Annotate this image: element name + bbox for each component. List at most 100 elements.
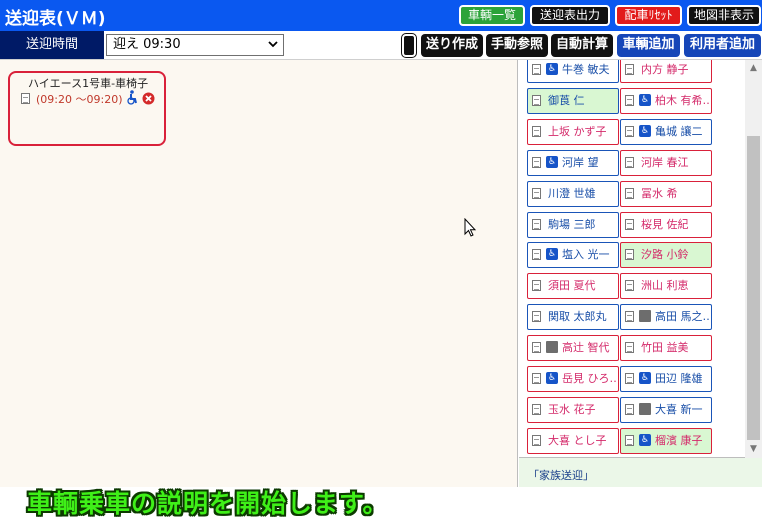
reset-dispatch-button[interactable]: 配車ﾘｾｯﾄ	[615, 5, 682, 26]
user-chip[interactable]: 内方 静子	[620, 60, 712, 83]
user-chip[interactable]: ♿ 河岸 望	[527, 150, 619, 176]
user-chip[interactable]: 駒場 三郎	[527, 212, 619, 238]
vehicle-list-button[interactable]: 車輌一覧	[459, 5, 525, 26]
document-icon[interactable]	[532, 188, 541, 199]
wheelchair-icon: ♿	[639, 94, 651, 106]
document-icon[interactable]	[625, 435, 634, 446]
document-icon[interactable]	[532, 126, 541, 137]
document-icon[interactable]	[532, 64, 541, 75]
user-name: 岳見 ひろ…	[562, 372, 619, 385]
user-chip[interactable]: ♿ 牛巻 敏夫	[527, 60, 619, 83]
user-chip[interactable]: 河岸 春江	[620, 150, 712, 176]
user-chip[interactable]: 洲山 利恵	[620, 273, 712, 299]
user-name: 玉水 花子	[548, 403, 596, 416]
user-chip[interactable]: 汐路 小鈴	[620, 242, 712, 268]
vehicle-time: (09:20 ～09:20)	[36, 93, 123, 106]
user-chip[interactable]: ♿ 亀城 讓二	[620, 119, 712, 145]
user-chip[interactable]: 関取 太郎丸	[527, 304, 619, 330]
user-chip[interactable]: ♿ 柏木 有希…	[620, 88, 712, 114]
document-icon[interactable]	[625, 249, 634, 260]
user-name: 関取 太郎丸	[548, 310, 607, 323]
document-icon[interactable]	[532, 157, 541, 168]
user-name: 柏木 有希…	[655, 94, 712, 107]
scroll-up-icon[interactable]: ▲	[745, 60, 762, 77]
photo-icon	[546, 341, 558, 353]
auto-calculate-button[interactable]: 自動計算	[551, 34, 613, 57]
user-chip[interactable]: ♿ 榴濱 康子	[620, 428, 712, 454]
time-label: 送迎時間	[0, 31, 104, 59]
document-icon[interactable]	[532, 280, 541, 291]
document-icon[interactable]	[532, 95, 541, 106]
user-chip[interactable]: ♿ 田辺 隆雄	[620, 366, 712, 392]
mouse-cursor-icon	[464, 218, 477, 237]
document-icon[interactable]	[532, 249, 541, 260]
document-icon[interactable]	[625, 311, 634, 322]
user-chip[interactable]: 冨水 希	[620, 181, 712, 207]
export-schedule-button[interactable]: 送迎表出力	[530, 5, 610, 26]
user-name: 桜見 佐紀	[641, 218, 689, 231]
user-chip[interactable]: 高辻 智代	[527, 335, 619, 361]
hide-map-button[interactable]: 地図非表示	[687, 5, 761, 26]
vehicle-name: ハイエース1号車-車椅子	[28, 77, 149, 90]
user-name: 駒場 三郎	[548, 218, 596, 231]
document-icon[interactable]	[625, 342, 634, 353]
document-icon[interactable]	[532, 342, 541, 353]
document-icon[interactable]	[625, 126, 634, 137]
document-icon[interactable]	[625, 373, 634, 384]
scroll-down-icon[interactable]: ▼	[745, 441, 762, 458]
user-chip[interactable]: 玉水 花子	[527, 397, 619, 423]
wheelchair-icon: ♿	[546, 248, 558, 260]
user-name: 亀城 讓二	[655, 125, 703, 138]
document-icon[interactable]	[625, 188, 634, 199]
user-name: 冨水 希	[641, 187, 678, 200]
user-name: 高辻 智代	[562, 341, 610, 354]
user-name: 榴濱 康子	[655, 434, 703, 447]
manual-reference-button[interactable]: 手動参照	[486, 34, 548, 57]
user-name: 汐路 小鈴	[641, 248, 689, 261]
user-name: 川澄 世雄	[548, 187, 596, 200]
remove-icon[interactable]	[142, 92, 155, 105]
document-icon[interactable]	[625, 404, 634, 415]
time-select[interactable]: 迎え 09:30	[106, 34, 284, 56]
user-name: 田辺 隆雄	[655, 372, 703, 385]
photo-icon	[639, 403, 651, 415]
document-icon[interactable]	[21, 93, 30, 104]
user-chip[interactable]: 竹田 益美	[620, 335, 712, 361]
wheelchair-icon: ♿	[639, 434, 651, 446]
document-icon[interactable]	[532, 404, 541, 415]
user-chip[interactable]: 上坂 かず子	[527, 119, 619, 145]
document-icon[interactable]	[532, 373, 541, 384]
document-icon[interactable]	[532, 219, 541, 230]
blank-action-button[interactable]	[401, 33, 417, 58]
create-return-button[interactable]: 送り作成	[421, 34, 483, 57]
user-name: 竹田 益美	[641, 341, 689, 354]
document-icon[interactable]	[625, 280, 634, 291]
user-name: 河岸 春江	[641, 156, 689, 169]
user-chip[interactable]: 桜見 佐紀	[620, 212, 712, 238]
user-name: 高田 馬之…	[655, 310, 712, 323]
document-icon[interactable]	[625, 219, 634, 230]
document-icon[interactable]	[532, 435, 541, 446]
user-chip[interactable]: 川澄 世雄	[527, 181, 619, 207]
user-name: 大喜 新一	[655, 403, 703, 416]
document-icon[interactable]	[532, 311, 541, 322]
user-chip[interactable]: ♿ 塩入 光一	[527, 242, 619, 268]
user-chip[interactable]: 大喜 新一	[620, 397, 712, 423]
wheelchair-icon: ♿	[639, 372, 651, 384]
user-chip[interactable]: 須田 夏代	[527, 273, 619, 299]
vehicle-card[interactable]: ハイエース1号車-車椅子 (09:20 ～09:20)	[8, 71, 166, 146]
user-list: ♿ 牛巻 敏夫 内方 静子 御莨 仁 ♿ 柏木 有希… 上坂 かず子 ♿ 亀城 讓二 ♿ 河岸 望 河…	[519, 60, 762, 458]
add-user-button[interactable]: 利用者追加	[684, 34, 761, 57]
document-icon[interactable]	[625, 95, 634, 106]
document-icon[interactable]	[625, 64, 634, 75]
user-chip[interactable]: 御莨 仁	[527, 88, 619, 114]
family-transport-panel: 「家族送迎」	[519, 458, 762, 487]
add-vehicle-button[interactable]: 車輌追加	[617, 34, 680, 57]
scrollbar-thumb[interactable]	[747, 136, 760, 440]
user-name: 塩入 光一	[562, 248, 610, 261]
user-chip[interactable]: 高田 馬之…	[620, 304, 712, 330]
user-name: 牛巻 敏夫	[562, 63, 610, 76]
user-chip[interactable]: 大喜 とし子	[527, 428, 619, 454]
user-chip[interactable]: ♿ 岳見 ひろ…	[527, 366, 619, 392]
document-icon[interactable]	[625, 157, 634, 168]
